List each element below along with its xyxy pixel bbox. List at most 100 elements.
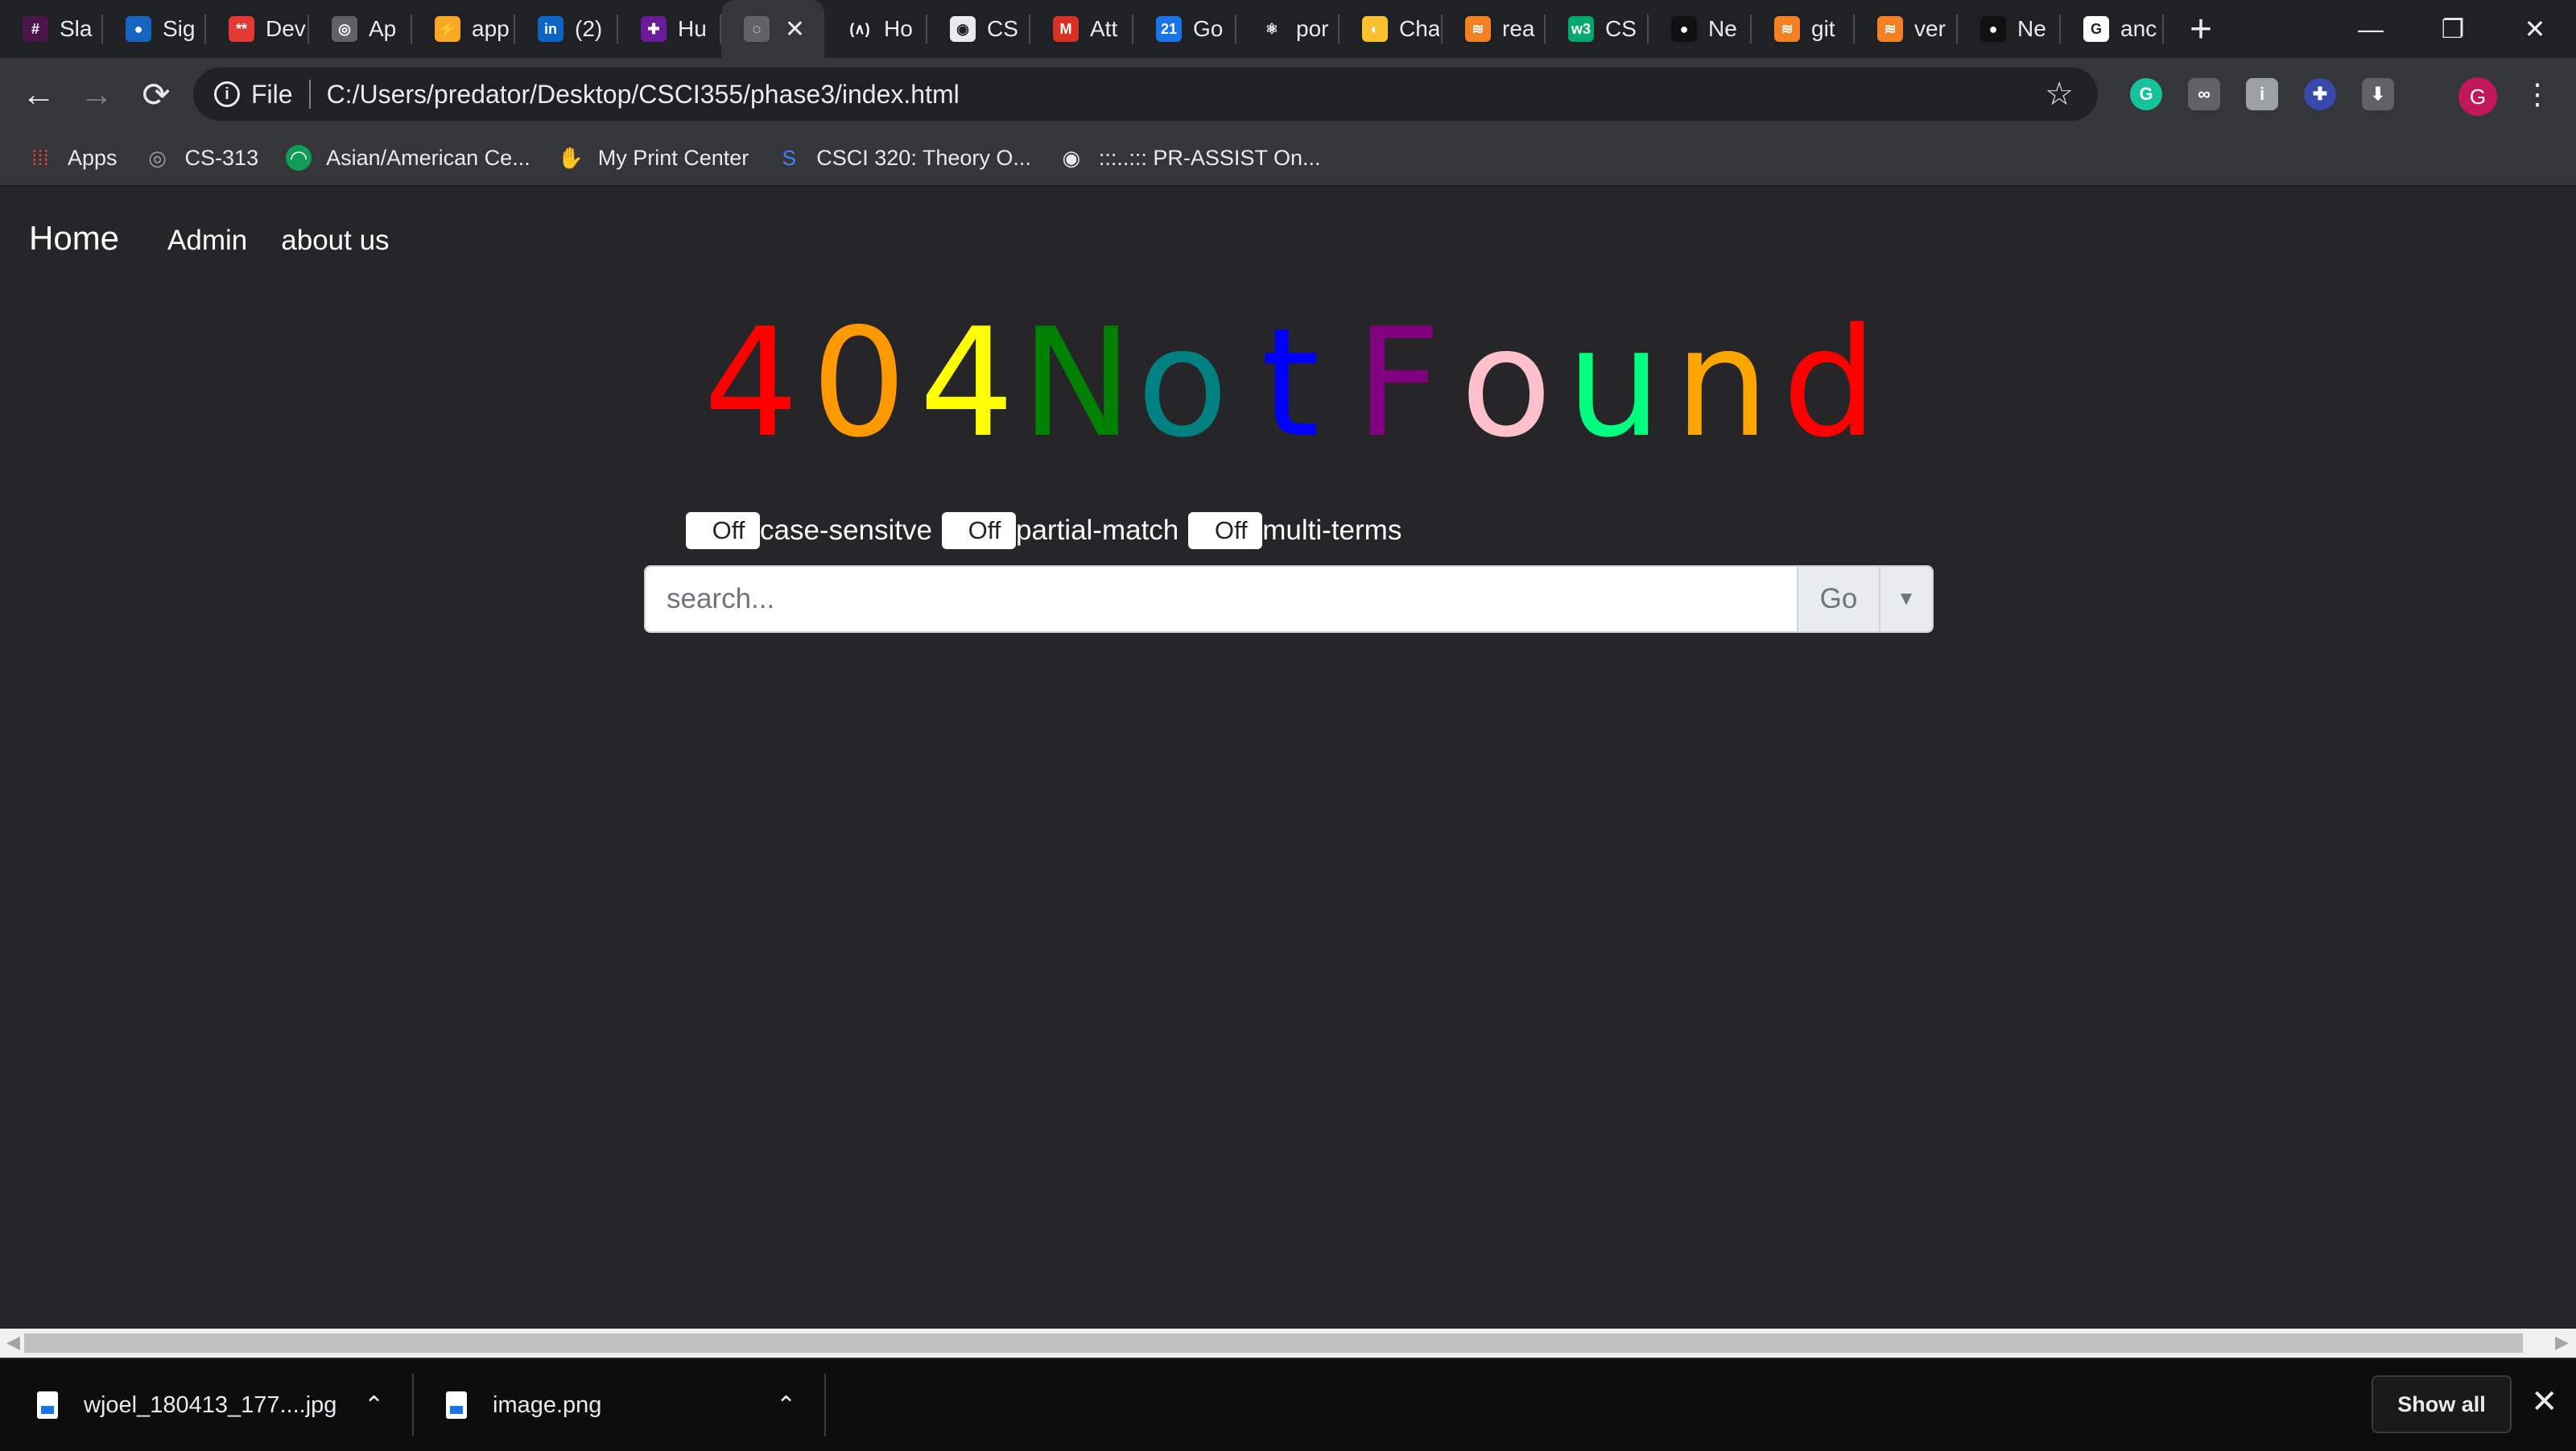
nav-admin-link[interactable]: Admin <box>167 225 247 257</box>
tab-title: Ne <box>2017 16 2046 41</box>
reload-button[interactable]: ⟳ <box>127 65 185 123</box>
browser-tab[interactable]: w3 CS <box>1546 0 1649 58</box>
download-item[interactable]: image.png ⌃ <box>414 1359 824 1451</box>
close-window-button[interactable]: ✕ <box>2494 0 2576 58</box>
tab-favicon-icon: ◉ <box>950 16 976 42</box>
tab-title: Att <box>1090 16 1118 41</box>
nav-about-link[interactable]: about us <box>281 225 389 257</box>
bookmark-item[interactable]: S CSCI 320: Theory O... <box>776 145 1031 171</box>
browser-tab[interactable]: 21 Go <box>1133 0 1236 58</box>
horizontal-scrollbar[interactable]: ◀ ▶ <box>0 1329 2576 1358</box>
tab-title: Sig <box>163 16 196 41</box>
toggle-label: case-sensitve <box>760 515 932 546</box>
show-all-button[interactable]: Show all <box>2372 1375 2512 1433</box>
browser-tab[interactable]: ≋ git <box>1752 0 1855 58</box>
bookmark-label: CS-313 <box>184 145 259 170</box>
browser-tab[interactable]: ⚡ app <box>412 0 515 58</box>
tab-title: rea <box>1502 16 1535 41</box>
browser-tab[interactable]: # Sla <box>0 0 103 58</box>
nav-home-link[interactable]: Home <box>29 219 119 258</box>
reader-extension-icon[interactable]: ∞ <box>2188 78 2220 110</box>
browser-tab[interactable]: Ganc <box>2061 0 2164 58</box>
translate-extension-icon[interactable]: i <box>2246 78 2278 110</box>
browser-tab[interactable]: ≋ rea <box>1443 0 1546 58</box>
browser-tab[interactable]: (∧) Ho <box>824 0 927 58</box>
scrollbar-thumb[interactable] <box>24 1333 2523 1353</box>
tab-title: Hu <box>678 16 707 41</box>
bookmark-item[interactable]: ◎ CS-313 <box>145 145 259 171</box>
tab-favicon-icon: ** <box>229 16 254 42</box>
search-dropdown-toggle[interactable]: ▼ <box>1879 567 1932 631</box>
profile-avatar[interactable]: G <box>2458 77 2497 116</box>
browser-tab[interactable]: ● Sig <box>103 0 206 58</box>
browser-tab[interactable]: ⚛ por <box>1236 0 1340 58</box>
site-nav: Home Admin about us <box>29 219 423 258</box>
tab-favicon-icon: G <box>2083 16 2109 42</box>
download-bar: wjoel_180413_177....jpg ⌃ image.png ⌃ Sh… <box>0 1358 2576 1451</box>
browser-tab[interactable]: ✚ Hu <box>618 0 721 58</box>
tab-title: (2) <box>575 16 603 41</box>
toggle-label: multi-terms <box>1262 515 1402 546</box>
tab-favicon-icon: ✚ <box>641 16 667 42</box>
chevron-up-icon[interactable]: ⌃ <box>776 1391 796 1420</box>
minimize-button[interactable]: — <box>2330 0 2412 58</box>
color-extension-icon[interactable]: ✚ <box>2304 78 2336 110</box>
url-text[interactable]: C:/Users/predator/Desktop/CSCI355/phase3… <box>327 80 960 110</box>
browser-tab[interactable]: ◉ CS <box>927 0 1030 58</box>
bookmark-label: Asian/American Ce... <box>326 145 530 170</box>
green-circle-icon: ◠ <box>286 145 312 171</box>
back-button[interactable]: ← <box>10 65 68 123</box>
tab-favicon-icon: w3 <box>1568 16 1594 42</box>
browser-tab[interactable]: ● Ne <box>1958 0 2061 58</box>
close-tab-icon[interactable]: ✕ <box>785 15 805 43</box>
scroll-left-icon[interactable]: ◀ <box>6 1332 20 1353</box>
download-extension-icon[interactable]: ⬇ <box>2362 78 2394 110</box>
image-file-icon <box>446 1391 467 1419</box>
browser-tab[interactable]: ◌ ✕ <box>721 0 824 58</box>
go-button[interactable]: Go <box>1797 567 1879 631</box>
bookmark-item[interactable]: ◠ Asian/American Ce... <box>286 145 530 171</box>
toggle-button[interactable]: Off <box>941 512 1016 549</box>
tabs-list: # Sla ● Sig ** Dev ◎ Ap ⚡ app in (2) ✚ Hu ◌ ✕ (∧) Ho ◉ CS M A… <box>0 0 2164 58</box>
toggle-button[interactable]: Off <box>686 512 760 549</box>
bookmark-item[interactable]: ⁞⁞⁞ Apps <box>27 145 117 171</box>
toggle-button[interactable]: Off <box>1188 512 1263 549</box>
bookmark-label: My Print Center <box>597 145 749 170</box>
close-download-bar-icon[interactable]: ✕ <box>2531 1383 2558 1420</box>
download-filename: wjoel_180413_177....jpg <box>84 1391 337 1418</box>
tab-favicon-icon: M <box>1053 16 1079 42</box>
browser-tab[interactable]: ◎ Ap <box>309 0 412 58</box>
tab-title: por <box>1296 16 1329 41</box>
tab-favicon-icon: ● <box>1980 16 2006 42</box>
tab-title: Cha <box>1399 16 1439 41</box>
bookmarks-bar: ⁞⁞⁞ Apps ◎ CS-313 ◠ Asian/American Ce... ✋ My P… <box>0 130 2576 187</box>
info-icon[interactable]: i <box>214 81 240 107</box>
new-tab-button[interactable]: + <box>2177 0 2225 58</box>
tab-favicon-icon: ≋ <box>1877 16 1903 42</box>
bookmark-label: :::..::: PR-ASSIST On... <box>1098 145 1321 170</box>
search-input[interactable] <box>646 567 1797 631</box>
address-bar[interactable]: i File C:/Users/predator/Desktop/CSCI355… <box>193 68 2098 121</box>
browser-tab[interactable]: ● Ne <box>1649 0 1752 58</box>
s-logo-icon: S <box>782 145 796 170</box>
browser-tab[interactable]: ≋ ver <box>1855 0 1958 58</box>
tab-title: git <box>1811 16 1835 41</box>
scroll-right-icon[interactable]: ▶ <box>2555 1332 2569 1353</box>
grammarly-extension-icon[interactable]: G <box>2130 78 2162 110</box>
hero-letter: d <box>1781 296 1878 470</box>
hero-title: 404NotFound <box>697 296 1884 470</box>
download-item[interactable]: wjoel_180413_177....jpg ⌃ <box>0 1359 412 1451</box>
browser-tab[interactable]: M Att <box>1030 0 1133 58</box>
forward-button[interactable]: → <box>68 65 126 123</box>
bookmark-item[interactable]: ✋ My Print Center <box>558 145 749 171</box>
browser-tab[interactable]: in (2) <box>515 0 618 58</box>
bookmark-item[interactable]: ◉:::..::: PR-ASSIST On... <box>1059 145 1321 171</box>
browser-tab[interactable]: ** Dev <box>206 0 309 58</box>
tab-title: Ap <box>369 16 397 41</box>
browser-menu-icon[interactable]: ⋮ <box>2523 77 2552 111</box>
restore-button[interactable]: ❐ <box>2412 0 2494 58</box>
bookmark-star-icon[interactable]: ☆ <box>2045 76 2074 113</box>
browser-tab[interactable]: ◐ Cha <box>1340 0 1443 58</box>
tab-favicon-icon: in <box>538 16 564 42</box>
chevron-up-icon[interactable]: ⌃ <box>364 1391 384 1420</box>
